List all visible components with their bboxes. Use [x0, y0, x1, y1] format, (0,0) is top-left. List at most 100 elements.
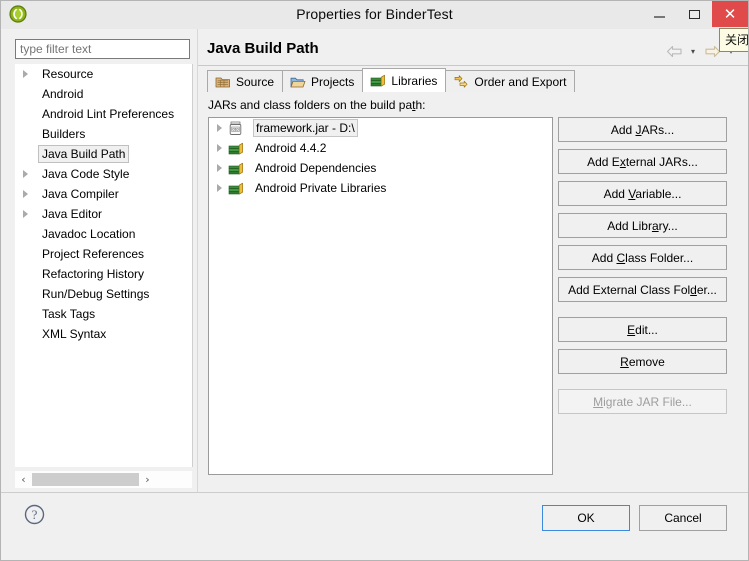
library-books-icon [228, 142, 243, 155]
back-dropdown-caret-icon[interactable]: ▾ [686, 44, 700, 58]
button-label-pre: Add [610, 122, 636, 137]
sidebar-item-android-lint-preferences[interactable]: Android Lint Preferences [15, 104, 192, 124]
add-external-class-folder-button[interactable]: Add External Class Folder... [558, 277, 727, 302]
back-arrow-icon[interactable] [665, 43, 683, 59]
add-jars-button[interactable]: Add JARs... [558, 117, 727, 142]
sidebar-item-java-editor[interactable]: Java Editor [15, 204, 192, 224]
button-label-post: igrate JAR File... [603, 394, 692, 409]
dialog-body: Resource Android Android Lint Preferences B… [1, 29, 748, 492]
tab-source[interactable]: Source [207, 70, 284, 92]
dialog-footer: ? OK Cancel [1, 492, 748, 560]
sidebar-item-label: Run/Debug Settings [42, 287, 150, 301]
remove-button[interactable]: Remove [558, 349, 727, 374]
build-path-entry-label: Android Dependencies [255, 161, 377, 175]
settings-tree[interactable]: Resource Android Android Lint Preferences B… [15, 64, 193, 467]
sidebar-item-label: Builders [42, 127, 86, 141]
add-library-button[interactable]: Add Library... [558, 213, 727, 238]
scroll-left-arrow-icon[interactable]: ‹ [15, 471, 32, 488]
button-label-mnemonic: d [690, 282, 697, 297]
sidebar-item-android[interactable]: Android [15, 84, 192, 104]
button-label-post: er... [696, 282, 717, 297]
build-path-entry-row[interactable]: Android Private Libraries [209, 178, 552, 198]
sidebar-item-task-tags[interactable]: Task Tags [15, 304, 192, 324]
maximize-button[interactable] [677, 1, 712, 27]
svg-text:?: ? [32, 507, 38, 522]
section-label: JARs and class folders on the build path… [208, 98, 425, 112]
sidebar-item-label: Refactoring History [42, 267, 145, 281]
button-label-pre: Add E [587, 154, 620, 169]
sidebar-item-refactoring-history[interactable]: Refactoring History [15, 264, 192, 284]
expand-arrow-icon[interactable] [217, 124, 222, 132]
maximize-icon [689, 9, 700, 19]
section-label-post: h: [415, 98, 426, 112]
button-label-post: ry... [658, 218, 678, 233]
sidebar-horizontal-scrollbar[interactable]: ‹ › [15, 471, 192, 488]
build-path-entry-row[interactable]: Android 4.4.2 [209, 138, 552, 158]
build-path-entry-row[interactable]: Android Dependencies [209, 158, 552, 178]
sidebar-item-label: Java Code Style [42, 167, 130, 181]
button-label-post: ariable... [635, 186, 682, 201]
button-label-post: dit... [635, 322, 658, 337]
sidebar-item-label: Android [42, 87, 84, 101]
sidebar-item-builders[interactable]: Builders [15, 124, 192, 144]
sidebar-item-label: Java Compiler [42, 187, 119, 201]
scrollbar-thumb[interactable] [32, 473, 139, 486]
sidebar-item-xml-syntax[interactable]: XML Syntax [15, 324, 192, 344]
button-label-post: lass Folder... [625, 250, 694, 265]
sidebar-item-java-code-style[interactable]: Java Code Style [15, 164, 192, 184]
sidebar-item-run-debug-settings[interactable]: Run/Debug Settings [15, 284, 192, 304]
add-external-jars-button[interactable]: Add External JARs... [558, 149, 727, 174]
build-path-actions: Add JARs... Add External JARs... Add Varia… [558, 117, 738, 421]
expand-arrow-icon[interactable] [217, 144, 222, 152]
settings-navigation-panel: Resource Android Android Lint Preferences B… [11, 34, 193, 489]
expand-arrow-icon[interactable] [23, 210, 28, 218]
close-button[interactable]: ✕ [712, 1, 748, 27]
button-label-mnemonic: M [593, 394, 604, 409]
sidebar-item-javadoc-location[interactable]: Javadoc Location [15, 224, 192, 244]
migrate-jar-file-button: Migrate JAR File... [558, 389, 727, 414]
button-label-pre: Add [591, 250, 617, 265]
expand-arrow-icon[interactable] [217, 184, 222, 192]
order-export-arrows-icon [455, 75, 468, 88]
sidebar-item-project-references[interactable]: Project References [15, 244, 192, 264]
button-label-pre: Add [603, 186, 629, 201]
build-path-entry-label: framework.jar - D:\ [253, 119, 358, 137]
scroll-right-arrow-icon[interactable]: › [139, 471, 156, 488]
help-question-icon[interactable]: ? [24, 504, 45, 525]
button-label-post: ARs... [641, 122, 675, 137]
sidebar-item-java-build-path[interactable]: Java Build Path [15, 144, 192, 164]
library-books-icon [228, 182, 243, 195]
close-tooltip: 关闭 [719, 28, 748, 52]
build-path-entries-list[interactable]: 010 framework.jar - D:\ Android 4.4.2 Andro… [208, 117, 553, 475]
cancel-button[interactable]: Cancel [639, 505, 727, 531]
section-label-pre: JARs and class folders on the build pa [208, 98, 413, 112]
title-separator [198, 65, 748, 66]
build-path-entry-row[interactable]: 010 framework.jar - D:\ [209, 118, 552, 138]
button-label-mnemonic: R [620, 354, 629, 369]
ok-button[interactable]: OK [542, 505, 630, 531]
tab-projects[interactable]: Projects [282, 70, 364, 92]
expand-arrow-icon[interactable] [217, 164, 222, 172]
filter-input[interactable] [15, 39, 190, 59]
tab-order-and-export[interactable]: Order and Export [445, 70, 576, 92]
minimize-button[interactable] [642, 1, 677, 27]
button-label-post: ternal JARs... [625, 154, 698, 169]
minimize-icon [654, 16, 665, 18]
build-path-entry-label: Android Private Libraries [255, 181, 387, 195]
tab-label: Source [236, 74, 275, 89]
source-folder-icon [215, 77, 230, 88]
button-label-pre: Add External Class Fol [568, 282, 691, 297]
add-class-folder-button[interactable]: Add Class Folder... [558, 245, 727, 270]
expand-arrow-icon[interactable] [23, 190, 28, 198]
sidebar-item-resource[interactable]: Resource [15, 64, 192, 84]
add-variable-button[interactable]: Add Variable... [558, 181, 727, 206]
expand-arrow-icon[interactable] [23, 70, 28, 78]
tab-label: Projects [311, 74, 355, 89]
edit-button[interactable]: Edit... [558, 317, 727, 342]
build-path-tabs: Source Projects Libraries Order and Export [207, 68, 576, 92]
expand-arrow-icon[interactable] [23, 170, 28, 178]
button-label-post: emove [628, 354, 665, 369]
sidebar-item-java-compiler[interactable]: Java Compiler [15, 184, 192, 204]
tab-libraries[interactable]: Libraries [362, 68, 447, 92]
sidebar-item-label: Java Build Path [38, 145, 130, 163]
